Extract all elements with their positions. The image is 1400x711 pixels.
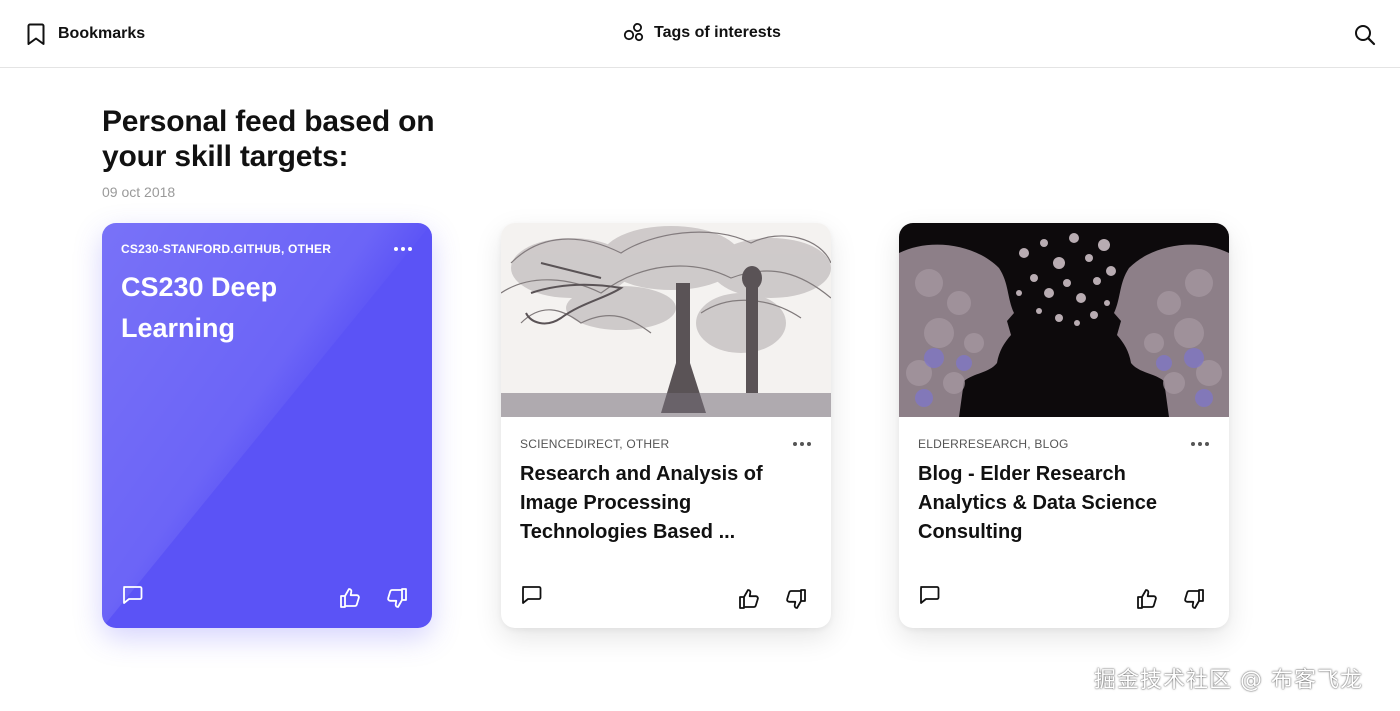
engraving-tree-illustration	[501, 223, 831, 417]
comment-icon[interactable]	[918, 585, 940, 605]
thumbs-up-icon[interactable]	[1135, 587, 1159, 611]
feed-card[interactable]: SCIENCEDIRECT, OTHER Research and Analys…	[501, 223, 831, 628]
comment-icon[interactable]	[121, 585, 143, 605]
card-source: CS230-STANFORD.GITHUB, OTHER	[121, 242, 332, 256]
watermark-text: 掘金技术社区 @ 布客飞龙	[1094, 668, 1363, 693]
thumbs-down-icon[interactable]	[784, 587, 808, 611]
bookmarks-label: Bookmarks	[58, 25, 146, 42]
more-options-button[interactable]	[394, 247, 412, 251]
search-button[interactable]	[1354, 24, 1376, 51]
bookmark-icon	[27, 23, 45, 45]
thumbs-down-icon[interactable]	[385, 586, 409, 610]
feed-heading: Personal feed based on your skill target…	[102, 105, 435, 173]
top-bar: Bookmarks Tags of interests	[0, 0, 1400, 68]
more-options-button[interactable]	[1191, 442, 1209, 446]
thumbs-up-icon[interactable]	[737, 587, 761, 611]
card-title[interactable]: CS230 Deep Learning	[121, 267, 381, 349]
search-icon	[1355, 25, 1376, 46]
thumbs-down-icon[interactable]	[1182, 587, 1206, 611]
tags-label: Tags of interests	[654, 23, 781, 41]
card-source: SCIENCEDIRECT, OTHER	[520, 437, 670, 451]
gear-heads-illustration	[899, 223, 1229, 417]
feed-date: 09 oct 2018	[102, 184, 176, 200]
feed-card[interactable]: ELDERRESEARCH, BLOG Blog - Elder Researc…	[899, 223, 1229, 628]
card-title[interactable]: Research and Analysis of Image Processin…	[520, 460, 810, 547]
comment-icon[interactable]	[520, 585, 542, 605]
card-title[interactable]: Blog - Elder Research Analytics & Data S…	[918, 460, 1208, 547]
card-source: ELDERRESEARCH, BLOG	[918, 437, 1069, 451]
feed-card[interactable]: CS230-STANFORD.GITHUB, OTHER CS230 Deep …	[102, 223, 432, 628]
tags-of-interests-link[interactable]: Tags of interests	[623, 22, 781, 43]
thumbs-up-icon[interactable]	[338, 586, 362, 610]
tags-bubbles-icon	[623, 23, 644, 42]
bookmarks-link[interactable]: Bookmarks	[26, 22, 145, 46]
more-options-button[interactable]	[793, 442, 811, 446]
